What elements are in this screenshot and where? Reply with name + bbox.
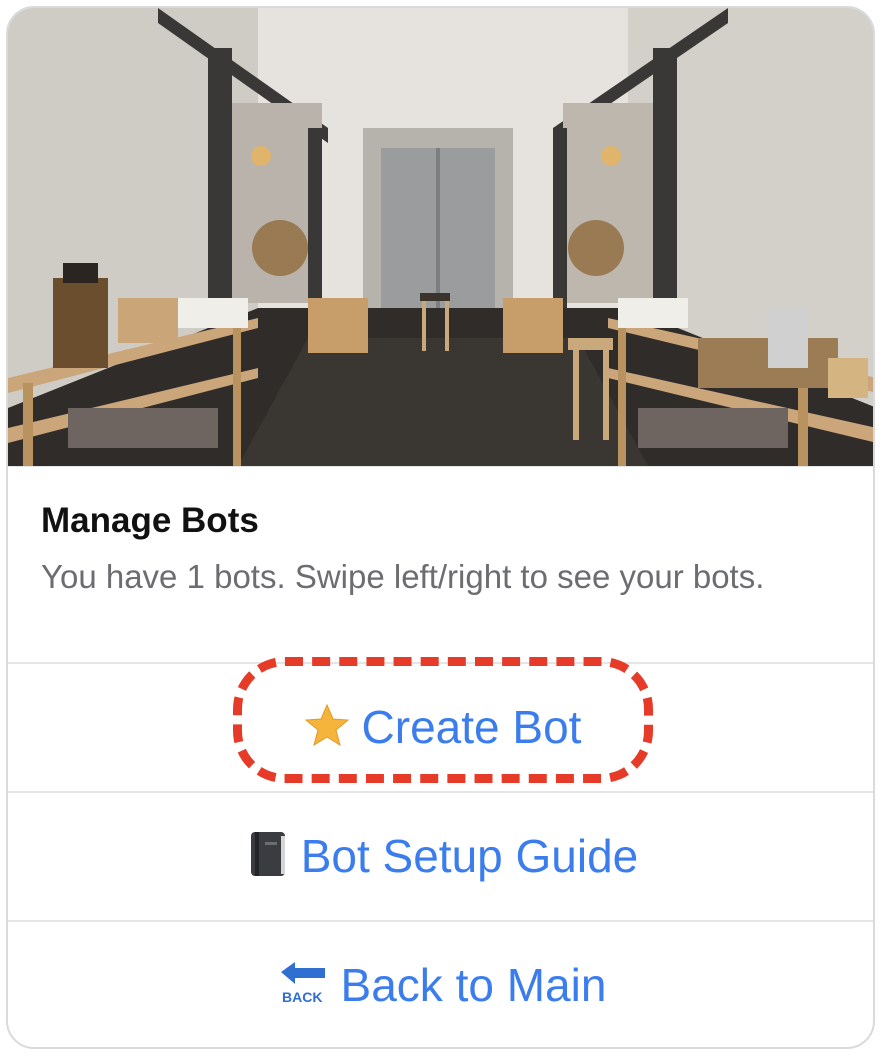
star-icon <box>304 702 350 753</box>
card-title: Manage Bots <box>41 501 259 540</box>
back-icon-text: BACK <box>282 989 322 1005</box>
back-arrow-icon: BACK <box>279 958 329 1013</box>
bot-setup-guide-button[interactable]: Bot Setup Guide <box>8 791 873 919</box>
info-section: Manage Bots You have 1 bots. Swipe left/… <box>8 466 873 662</box>
card-subtitle: You have 1 bots. Swipe left/right to see… <box>41 558 765 595</box>
notebook-icon <box>247 830 289 883</box>
create-bot-button[interactable]: Create Bot <box>8 662 873 790</box>
bot-menu-card: Manage Bots You have 1 bots. Swipe left/… <box>6 6 875 1049</box>
back-to-main-button[interactable]: BACK Back to Main <box>8 920 873 1047</box>
hero-image <box>8 8 873 466</box>
back-to-main-label: Back to Main <box>340 959 607 1011</box>
create-bot-label: Create Bot <box>361 701 582 753</box>
bot-setup-guide-label: Bot Setup Guide <box>300 830 639 882</box>
cafe-interior-photo <box>8 8 873 466</box>
